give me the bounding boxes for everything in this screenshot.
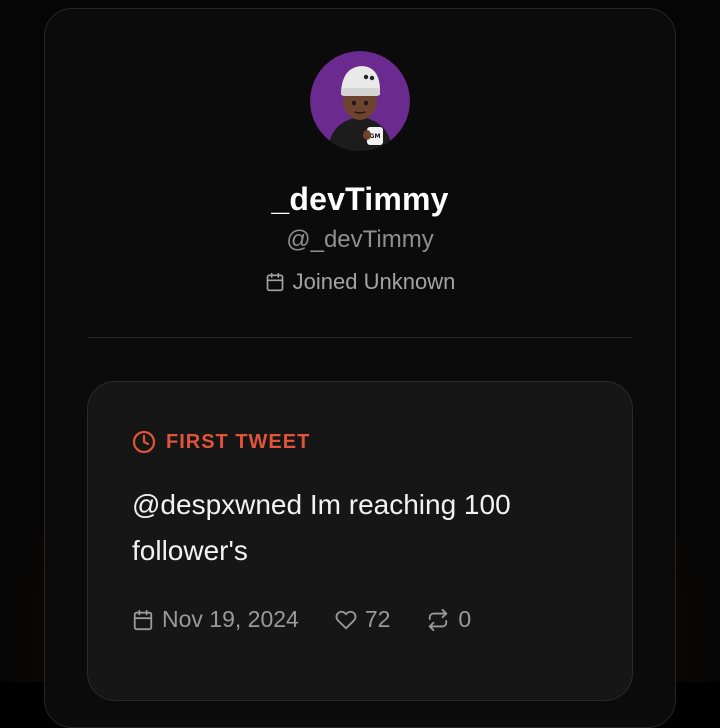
avatar-image: GM — [310, 51, 410, 151]
first-tweet-card[interactable]: FIRST TWEET @despxwned Im reaching 100 f… — [87, 381, 633, 701]
first-tweet-label-text: FIRST TWEET — [166, 430, 311, 453]
first-tweet-label: FIRST TWEET — [132, 430, 310, 454]
tweet-date-text: Nov 19, 2024 — [162, 606, 299, 632]
joined-text: Joined Unknown — [292, 269, 456, 294]
divider — [87, 337, 633, 338]
joined-info: Joined Unknown — [45, 269, 675, 295]
profile-card: GM _devTimmy @_devTimmy Joined Unknown F… — [44, 8, 676, 728]
clock-icon — [132, 430, 156, 454]
tweet-text: @despxwned Im reaching 100 follower's — [132, 489, 511, 566]
handle[interactable]: @_devTimmy — [45, 226, 675, 254]
tweet-likes[interactable]: 72 — [335, 606, 391, 633]
tweet-retweets-count: 0 — [458, 606, 472, 632]
retweet-icon — [426, 608, 450, 631]
display-name: _devTimmy — [271, 181, 449, 217]
heart-icon — [335, 609, 357, 631]
avatar[interactable]: GM — [310, 51, 410, 151]
tweet-meta: Nov 19, 2024 72 0 — [132, 606, 507, 633]
svg-text:GM: GM — [370, 133, 381, 140]
calendar-icon — [265, 272, 285, 292]
calendar-icon — [132, 609, 154, 631]
tweet-retweets[interactable]: 0 — [426, 606, 471, 633]
tweet-date: Nov 19, 2024 — [132, 606, 299, 633]
tweet-likes-count: 72 — [364, 606, 391, 632]
